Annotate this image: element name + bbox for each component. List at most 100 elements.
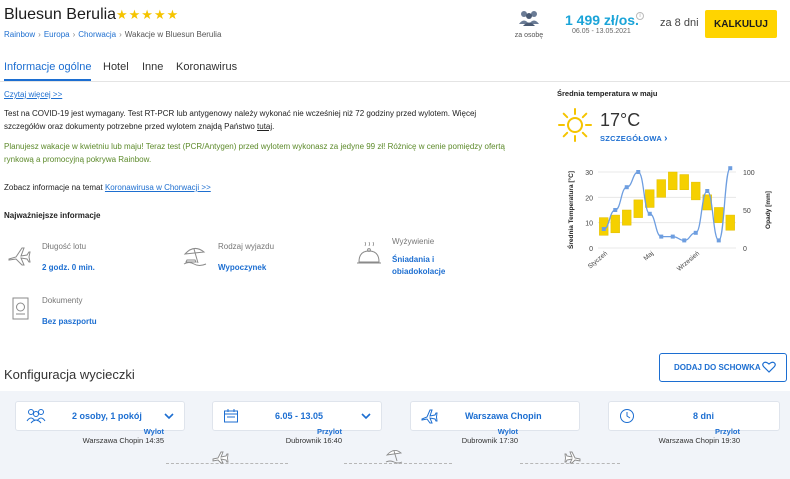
add-to-favorites-button[interactable]: DODAJ DO SCHOWKA [659, 353, 787, 382]
y2-tick-label: 100 [743, 170, 755, 177]
duration-value: 8 dni [693, 411, 715, 421]
config-title: Konfiguracja wycieczki [4, 367, 135, 382]
temperature-bar [668, 171, 678, 190]
feature-value: 2 godz. 0 min. [42, 263, 95, 272]
feature-value: Wypoczynek [218, 263, 267, 272]
precipitation-point [693, 230, 698, 235]
y2-axis-label: Opady [mm] [765, 191, 772, 229]
airplane-icon [421, 409, 438, 424]
detailed-weather-link[interactable]: SZCZEGÓŁOWA › [600, 133, 668, 144]
temperature-bar [714, 207, 724, 223]
feature-label: Dokumenty [42, 296, 83, 305]
precipitation-point [682, 238, 687, 243]
tab-coronavirus[interactable]: Koronawirus [176, 61, 237, 73]
flight-type: Przylot [714, 427, 740, 436]
tab-hotel[interactable]: Hotel [103, 61, 129, 73]
flight-type: Przylot [316, 427, 342, 436]
y-tick-label: 0 [589, 246, 593, 253]
precipitation-point [613, 208, 618, 212]
flight-place: Dubrownik 17:30 [461, 436, 518, 445]
per-person-indicator: za osobę [512, 10, 546, 39]
precipitation-point [716, 238, 721, 243]
weather-title: Średnia temperatura w maju [557, 89, 658, 98]
covid-details-link[interactable]: tutaj [257, 122, 272, 131]
y-axis-label: Średnia Temperatura [°C] [566, 171, 575, 249]
trip-days: za 8 dni [660, 17, 699, 29]
covid-text-end: . [272, 122, 275, 131]
see-info-line: Zobacz informacje na temat Koronawirusa … [4, 183, 211, 192]
temperature-value: 17°C [600, 110, 641, 130]
precipitation-point [636, 170, 641, 174]
key-info-title: Najważniejsze informacje [4, 211, 101, 220]
header: Bluesun Berulia ★★★★★ Rainbow › Europa › Cho… [0, 0, 790, 50]
x-tick-label: Maj [643, 250, 656, 262]
temperature-bar [679, 174, 689, 190]
covid-info-text: Test na COVID-19 jest wymagany. Test RT-… [4, 107, 514, 133]
climate-chart: 0 10 20 30 0 50 100 Średnia Temperatura [°C] Opa… [566, 166, 772, 273]
promo-text: Planujesz wakacje w kwietniu lub maju! T… [4, 142, 505, 164]
heart-icon [762, 361, 776, 373]
chevron-right-icon: › [664, 133, 668, 144]
chevron-right-icon: › [119, 30, 122, 39]
dates-value: 6.05 - 13.05 [275, 411, 324, 421]
chevron-down-icon [164, 413, 174, 420]
calculate-button[interactable]: KALKULUJ [705, 10, 777, 38]
precipitation-point [670, 234, 675, 239]
active-tab-indicator [4, 79, 91, 81]
temperature-bar [656, 179, 666, 198]
add-to-favorites-label: DODAJ DO SCHOWKA [674, 363, 761, 372]
flight-type: Wylot [497, 427, 518, 436]
info-icon[interactable]: i [636, 12, 644, 20]
food-cloche-icon [357, 242, 381, 264]
flight-leg-arrival-1: Przylot Dubrownik 16:40 [250, 427, 342, 445]
airport-value: Warszawa Chopin [465, 411, 542, 421]
y2-tick-label: 0 [743, 246, 747, 253]
temperature-bar [645, 189, 655, 208]
precipitation-point [624, 185, 629, 190]
people-icon [519, 11, 539, 26]
see-info-prefix: Zobacz informacje na temat [4, 183, 105, 192]
sun-icon [558, 108, 592, 142]
flight-timeline: Wylot Warszawa Chopin 14:35 Przylot Dubr… [0, 423, 790, 473]
temperature-bar [610, 214, 620, 234]
flight-type: Wylot [143, 427, 164, 436]
x-tick-label: Wrzesień [676, 250, 701, 273]
flight-leg-arrival-2: Przylot Warszawa Chopin 19:30 [624, 427, 740, 445]
y-tick-label: 10 [585, 221, 593, 228]
hotel-name: Bluesun Berulia [4, 6, 117, 23]
beach-umbrella-icon [183, 248, 207, 266]
feature-label: Długość lotu [42, 242, 87, 251]
tab-other[interactable]: Inne [142, 61, 163, 73]
flight-leg-departure-1: Wylot Warszawa Chopin 14:35 [68, 427, 164, 445]
airplane-icon [212, 451, 229, 464]
breadcrumb-europa[interactable]: Europa [44, 30, 70, 39]
breadcrumb-rainbow[interactable]: Rainbow [4, 30, 35, 39]
y2-tick-label: 50 [743, 208, 751, 215]
breadcrumb-current: Wakacje w Bluesun Berulia [124, 30, 222, 39]
precipitation-point [728, 166, 733, 171]
hotel-stars: ★★★★★ [116, 7, 180, 22]
breadcrumb-chorwacja[interactable]: Chorwacja [78, 30, 116, 39]
tab-bar: Informacje ogólne Hotel Inne Koronawirus [0, 58, 790, 82]
read-more-link[interactable]: Czytaj więcej >> [4, 90, 62, 99]
temperature-bar [725, 214, 735, 231]
calendar-icon [224, 409, 238, 423]
temperature-bar [622, 209, 632, 226]
temperature-bar [633, 199, 643, 218]
tab-general-info[interactable]: Informacje ogólne [4, 61, 91, 73]
chevron-down-icon [361, 413, 371, 420]
coronavirus-croatia-link[interactable]: Koronawirusa w Chorwacji >> [105, 183, 211, 192]
feature-value: Bez paszportu [42, 317, 97, 326]
precipitation-point [659, 234, 664, 239]
chevron-right-icon: › [72, 30, 76, 39]
covid-text-body: Test na COVID-19 jest wymagany. Test RT-… [4, 109, 477, 131]
passport-icon [12, 297, 29, 320]
flight-place: Warszawa Chopin 14:35 [82, 436, 164, 445]
flight-leg-departure-2: Wylot Dubrownik 17:30 [430, 427, 518, 445]
beach-umbrella-icon [385, 450, 403, 464]
breadcrumb: Rainbow › Europa › Chorwacja › Wakacje w Blues… [4, 30, 221, 39]
precipitation-line [603, 167, 731, 242]
price: 1 499 zł/os. [565, 12, 639, 28]
flight-place: Dubrownik 16:40 [285, 436, 342, 445]
persons-value: 2 osoby, 1 pokój [72, 411, 142, 421]
